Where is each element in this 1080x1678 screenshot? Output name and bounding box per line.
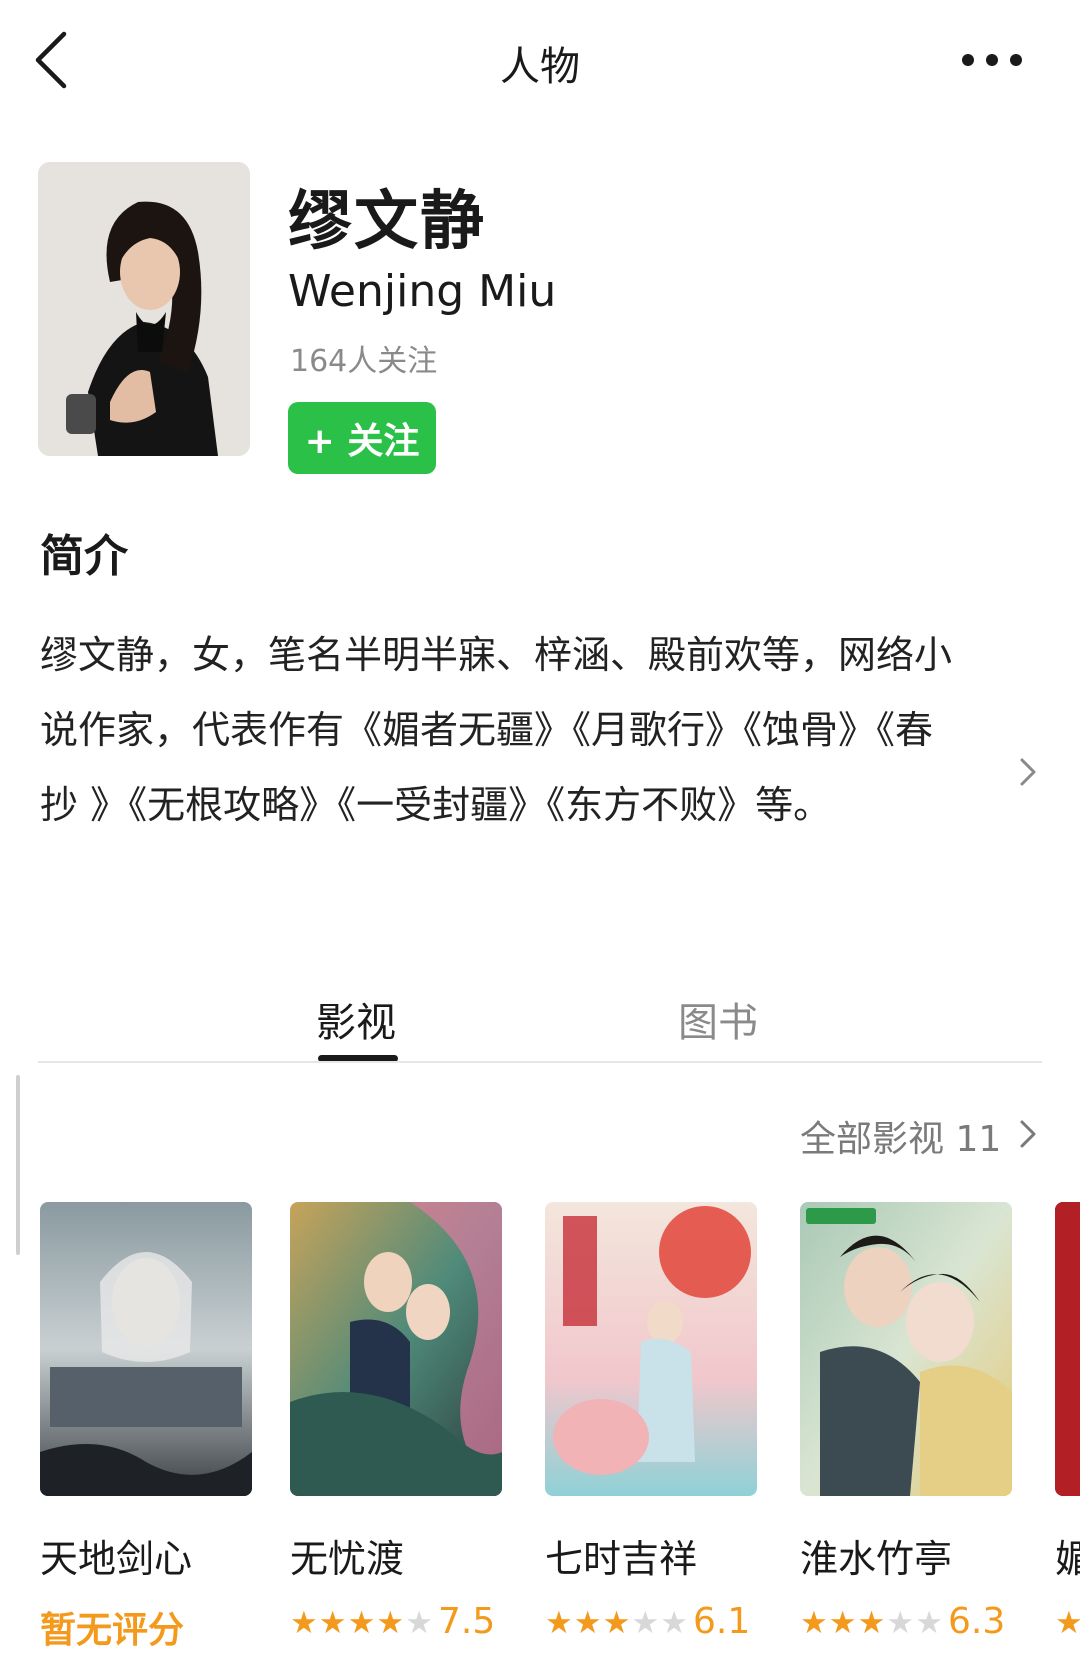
- person-name-cn: 缪文静: [288, 185, 486, 259]
- film-title: 无忧渡: [290, 1537, 405, 1581]
- star-icon: ★: [828, 1605, 858, 1641]
- star-icon: ★: [405, 1605, 434, 1641]
- film-title: 淮水竹亭: [800, 1537, 953, 1581]
- film-card[interactable]: 天地剑心 暂无评分: [40, 1202, 252, 1653]
- film-score: 6.3: [947, 1601, 1006, 1642]
- chevron-right-icon[interactable]: [1014, 754, 1042, 790]
- rating-stars: ★: [1055, 1605, 1080, 1641]
- film-card-partial[interactable]: 媚 ★: [1055, 1202, 1080, 1642]
- film-poster[interactable]: [1055, 1202, 1080, 1496]
- follow-button[interactable]: + 关注: [288, 402, 436, 474]
- star-icon: ★: [376, 1605, 406, 1641]
- film-rating: 暂无评分: [40, 1610, 185, 1651]
- tab-film[interactable]: 影视: [316, 990, 396, 1048]
- film-rating: ★: [1055, 1601, 1080, 1642]
- film-poster[interactable]: [290, 1202, 502, 1496]
- avatar: [38, 162, 250, 456]
- film-card[interactable]: 淮水竹亭 ★★★★★ 6.3: [800, 1202, 1012, 1642]
- film-title: 七时吉祥: [545, 1537, 698, 1581]
- star-icon: ★: [631, 1605, 661, 1641]
- star-icon: ★: [573, 1605, 603, 1641]
- star-icon: ★: [318, 1605, 348, 1641]
- film-card[interactable]: 七时吉祥 ★★★★★ 6.1: [545, 1202, 757, 1642]
- more-dots-icon[interactable]: [960, 46, 1024, 74]
- star-icon: ★: [347, 1605, 377, 1641]
- film-title: 天地剑心: [40, 1537, 193, 1581]
- person-name-en: Wenjing Miu: [288, 266, 557, 317]
- follower-count: 164人关注: [290, 344, 438, 379]
- star-icon: ★: [602, 1605, 632, 1641]
- star-icon: ★: [915, 1605, 944, 1641]
- star-icon: ★: [1055, 1605, 1080, 1641]
- film-poster[interactable]: [545, 1202, 757, 1496]
- rating-stars: ★★★★★: [800, 1605, 944, 1641]
- rating-stars: ★★★★★: [290, 1605, 434, 1641]
- film-title: 媚: [1055, 1537, 1080, 1581]
- star-icon: ★: [886, 1605, 916, 1641]
- tab-book[interactable]: 图书: [678, 990, 758, 1048]
- all-films-link[interactable]: 全部影视 11: [800, 1110, 1001, 1162]
- tab-divider: [38, 1061, 1042, 1063]
- film-rating: ★★★★★ 7.5: [290, 1601, 502, 1642]
- film-rating: ★★★★★ 6.1: [545, 1601, 757, 1642]
- film-poster[interactable]: [40, 1202, 252, 1496]
- scrollbar[interactable]: [16, 1075, 20, 1255]
- star-icon: ★: [800, 1605, 829, 1641]
- film-score: 7.5: [437, 1601, 496, 1642]
- chevron-right-icon[interactable]: [1014, 1114, 1042, 1154]
- intro-text[interactable]: 缪文静，女，笔名半明半寐、梓涵、殿前欢等，网络小说作家，代表作有《媚者无疆》《月…: [40, 618, 960, 843]
- star-icon: ★: [290, 1605, 319, 1641]
- page-title: 人物: [500, 44, 580, 90]
- intro-heading: 简介: [40, 531, 128, 582]
- star-icon: ★: [545, 1605, 574, 1641]
- film-rating: ★★★★★ 6.3: [800, 1601, 1012, 1642]
- rating-stars: ★★★★★: [545, 1605, 689, 1641]
- film-score: 6.1: [692, 1601, 751, 1642]
- film-poster[interactable]: [800, 1202, 1012, 1496]
- film-card[interactable]: 无忧渡 ★★★★★ 7.5: [290, 1202, 502, 1642]
- star-icon: ★: [857, 1605, 887, 1641]
- star-icon: ★: [660, 1605, 689, 1641]
